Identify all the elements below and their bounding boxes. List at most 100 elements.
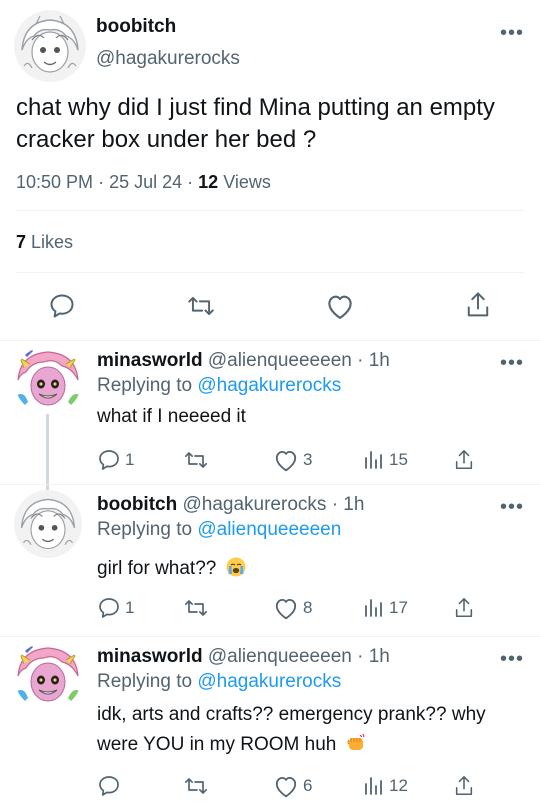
divider bbox=[0, 484, 540, 485]
mention-link[interactable]: @alienqueeeeen bbox=[197, 519, 341, 540]
replying-to: Replying to @alienqueeeeen bbox=[97, 519, 341, 541]
avatar[interactable] bbox=[14, 642, 82, 710]
reply-text: girl for what?? bbox=[97, 558, 217, 579]
views-icon bbox=[365, 451, 382, 469]
reply-header: minasworld @alienqueeeeen · 1h bbox=[97, 350, 390, 372]
retweet-icon bbox=[184, 778, 208, 794]
views-button[interactable]: 17 bbox=[363, 596, 408, 620]
reply-tweet[interactable]: minasworld @alienqueeeeen · 1h ••• Reply… bbox=[0, 640, 540, 810]
reply-header: boobitch @hagakurerocks · 1h bbox=[97, 494, 364, 516]
avatar-illustration bbox=[14, 10, 86, 82]
views-icon bbox=[365, 777, 382, 795]
like-button[interactable]: 6 bbox=[273, 774, 312, 798]
separator: · bbox=[98, 172, 105, 192]
share-icon[interactable] bbox=[453, 448, 475, 472]
view-count: 15 bbox=[389, 450, 408, 469]
handle[interactable]: @hagakurerocks bbox=[182, 494, 326, 515]
reply-count: 1 bbox=[125, 598, 135, 617]
reply-tweet[interactable]: minasworld @alienqueeeeen · 1h ••• Reply… bbox=[0, 344, 540, 484]
replying-label: Replying to bbox=[97, 375, 193, 396]
mention-link[interactable]: @hagakurerocks bbox=[197, 375, 341, 396]
divider bbox=[0, 636, 540, 637]
reply-count: 1 bbox=[125, 450, 135, 469]
reply-button[interactable] bbox=[97, 774, 125, 798]
tweet-meta: 10:50 PM · 25 Jul 24 · 12 Views bbox=[16, 172, 271, 193]
reply-action-bar: 1 8 17 bbox=[97, 596, 477, 626]
share-icon[interactable] bbox=[453, 774, 475, 798]
mention-link[interactable]: @hagakurerocks bbox=[197, 671, 341, 692]
reply-text-line: girl for what?? bbox=[97, 554, 517, 584]
retweet-icon bbox=[184, 452, 208, 468]
reply-header: minasworld @alienqueeeeen · 1h bbox=[97, 646, 390, 668]
more-dots-icon[interactable]: ••• bbox=[500, 23, 524, 43]
more-dots-icon[interactable]: ••• bbox=[500, 353, 524, 373]
more-dots-icon[interactable]: ••• bbox=[500, 649, 524, 669]
separator: · bbox=[187, 172, 194, 192]
view-count: 17 bbox=[389, 598, 408, 617]
reply-icon[interactable] bbox=[48, 292, 76, 320]
reply-button[interactable]: 1 bbox=[97, 596, 134, 620]
avatar-illustration bbox=[14, 346, 82, 414]
like-count: 6 bbox=[303, 776, 313, 795]
retweet-button[interactable] bbox=[183, 448, 213, 472]
like-icon[interactable] bbox=[325, 292, 355, 320]
divider bbox=[16, 272, 524, 273]
likes-link[interactable]: 7 Likes bbox=[16, 232, 73, 253]
angry-fist-icon bbox=[347, 733, 365, 750]
handle[interactable]: @hagakurerocks bbox=[96, 48, 240, 70]
like-icon bbox=[275, 598, 297, 620]
reply-text-line: idk, arts and crafts?? emergency prank??… bbox=[97, 700, 517, 760]
handle[interactable]: @alienqueeeeen bbox=[208, 350, 352, 371]
like-icon bbox=[275, 450, 297, 472]
retweet-icon bbox=[184, 600, 208, 616]
replying-label: Replying to bbox=[97, 519, 193, 540]
reply-tweet[interactable]: boobitch @hagakurerocks · 1h ••• Replyin… bbox=[0, 488, 540, 636]
avatar-illustration bbox=[14, 642, 82, 710]
display-name[interactable]: minasworld bbox=[97, 350, 203, 371]
retweet-button[interactable] bbox=[183, 596, 213, 620]
views-button[interactable]: 15 bbox=[363, 448, 408, 472]
divider bbox=[0, 340, 540, 341]
reply-icon bbox=[99, 776, 119, 796]
more-dots-icon[interactable]: ••• bbox=[500, 497, 524, 517]
reply-text: what if I neeeed it bbox=[97, 406, 246, 427]
views-button[interactable]: 12 bbox=[363, 774, 408, 798]
share-icon[interactable] bbox=[464, 290, 492, 320]
view-count: 12 bbox=[389, 776, 408, 795]
retweet-icon[interactable] bbox=[186, 292, 216, 320]
avatar-illustration bbox=[14, 490, 82, 558]
retweet-button[interactable] bbox=[183, 774, 213, 798]
handle[interactable]: @alienqueeeeen bbox=[208, 646, 352, 667]
avatar[interactable] bbox=[14, 346, 82, 414]
reply-icon bbox=[99, 598, 119, 618]
reply-action-bar: 1 3 15 bbox=[97, 448, 477, 478]
loudly-crying-face-icon bbox=[226, 557, 246, 577]
tweet-date[interactable]: 25 Jul 24 bbox=[109, 172, 182, 192]
tweet-text: chat why did I just find Mina putting an… bbox=[16, 94, 495, 153]
like-count: 8 bbox=[303, 598, 313, 617]
likes-count: 7 bbox=[16, 232, 27, 252]
display-name[interactable]: boobitch bbox=[96, 16, 176, 38]
avatar[interactable] bbox=[14, 10, 86, 82]
reply-text: idk, arts and crafts?? emergency prank??… bbox=[97, 704, 486, 755]
tweet-time[interactable]: 10:50 PM bbox=[16, 172, 93, 192]
reply-button[interactable]: 1 bbox=[97, 448, 134, 472]
action-bar bbox=[0, 286, 540, 326]
views-icon bbox=[365, 599, 382, 617]
display-name[interactable]: minasworld bbox=[97, 646, 203, 667]
reply-time[interactable]: · 1h bbox=[332, 494, 365, 515]
main-tweet: boobitch @hagakurerocks ••• chat why did… bbox=[0, 0, 540, 340]
likes-label: Likes bbox=[31, 232, 74, 252]
share-icon[interactable] bbox=[453, 596, 475, 620]
like-button[interactable]: 8 bbox=[273, 596, 312, 620]
like-button[interactable]: 3 bbox=[273, 448, 312, 472]
replying-to: Replying to @hagakurerocks bbox=[97, 375, 341, 397]
reply-icon bbox=[99, 450, 119, 470]
reply-time[interactable]: · 1h bbox=[357, 350, 390, 371]
like-icon bbox=[275, 776, 297, 798]
like-count: 3 bbox=[303, 450, 313, 469]
avatar[interactable] bbox=[14, 490, 82, 558]
reply-time[interactable]: · 1h bbox=[357, 646, 390, 667]
replying-to: Replying to @hagakurerocks bbox=[97, 671, 341, 693]
display-name[interactable]: boobitch bbox=[97, 494, 177, 515]
